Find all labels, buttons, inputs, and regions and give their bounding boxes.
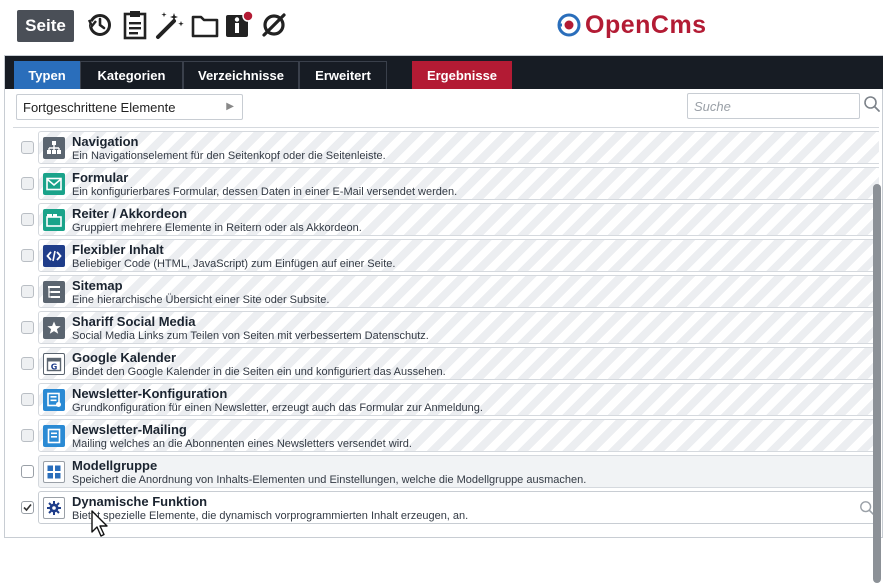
checkbox[interactable] [21, 465, 34, 478]
type-filter-value: Fortgeschrittene Elemente [23, 99, 176, 115]
checkbox[interactable] [21, 177, 34, 190]
item-title: Reiter / Akkordeon [72, 206, 188, 221]
clipboard-icon[interactable] [118, 8, 152, 42]
checkbox[interactable] [21, 321, 34, 334]
item-description: Ein konfigurierbares Formular, dessen Da… [72, 186, 458, 198]
checkbox[interactable] [21, 213, 34, 226]
item-title: Flexibler Inhalt [72, 242, 164, 257]
list-item[interactable]: Navigation Ein Navigationselement für de… [13, 130, 879, 164]
item-description: Bietet spezielle Elemente, die dynamisch… [72, 510, 469, 522]
mouse-cursor-icon [91, 510, 108, 537]
newsletter-config-icon [43, 389, 65, 411]
checkbox[interactable] [21, 501, 34, 514]
no-entry-icon[interactable] [257, 8, 291, 42]
list-item[interactable]: Dynamische Funktion Bietet spezielle Ele… [13, 490, 879, 524]
tab-verzeichnisse[interactable]: Verzeichnisse [183, 61, 299, 89]
newsletter-icon [43, 425, 65, 447]
tab-ergebnisse[interactable]: Ergebnisse [412, 61, 512, 89]
type-card[interactable]: Formular Ein konfigurierbares Formular, … [38, 167, 879, 200]
gear-icon [43, 497, 65, 519]
checkbox[interactable] [21, 429, 34, 442]
item-description: Bindet den Google Kalender in die Seiten… [72, 366, 446, 378]
item-description: Mailing welches an die Abonnenten eines … [72, 438, 412, 450]
search-placeholder: Suche [694, 98, 731, 114]
item-title: Newsletter-Mailing [72, 422, 187, 437]
search-icon[interactable] [863, 95, 881, 118]
checkbox[interactable] [21, 285, 34, 298]
folder-icon[interactable] [188, 8, 222, 42]
check-icon [23, 503, 32, 512]
type-card[interactable]: Newsletter-Mailing Mailing welches an di… [38, 419, 879, 452]
tab-kategorien[interactable]: Kategorien [80, 61, 183, 89]
type-card[interactable]: G Google Kalender Bindet den Google Kale… [38, 347, 879, 380]
history-icon[interactable] [83, 8, 117, 42]
checkbox[interactable] [21, 393, 34, 406]
item-title: Newsletter-Konfiguration [72, 386, 228, 401]
logo-text: OpenCms [585, 10, 707, 39]
checkbox[interactable] [21, 141, 34, 154]
type-filter-select[interactable]: Fortgeschrittene Elemente ▶ [16, 94, 243, 120]
type-card[interactable]: Newsletter-Konfiguration Grundkonfigurat… [38, 383, 879, 416]
add-content-dialog: Typen Kategorien Verzeichnisse Erweitert… [4, 55, 883, 583]
checkbox[interactable] [21, 357, 34, 370]
tab-typen[interactable]: Typen [14, 61, 80, 89]
sitemap-icon [43, 137, 65, 159]
list-scrollbar[interactable] [873, 184, 881, 583]
model-group-icon [43, 461, 65, 483]
list-item[interactable]: Modellgruppe Speichert die Anordnung von… [13, 454, 879, 488]
item-description: Beliebiger Code (HTML, JavaScript) zum E… [72, 258, 396, 270]
list-item[interactable]: Newsletter-Mailing Mailing welches an di… [13, 418, 879, 452]
item-title: Google Kalender [72, 350, 177, 365]
tab-erweitert[interactable]: Erweitert [299, 61, 387, 89]
item-title: Formular [72, 170, 129, 185]
type-card[interactable]: Dynamische Funktion Bietet spezielle Ele… [38, 491, 879, 524]
search-input[interactable]: Suche [687, 93, 860, 119]
type-list: Navigation Ein Navigationselement für de… [13, 127, 879, 533]
list-item[interactable]: Formular Ein konfigurierbares Formular, … [13, 166, 879, 200]
opencms-logo: OpenCms [557, 10, 707, 40]
item-description: Social Media Links zum Teilen von Seiten… [72, 330, 429, 342]
list-item[interactable]: Flexibler Inhalt Beliebiger Code (HTML, … [13, 238, 879, 272]
tabs-icon [43, 209, 65, 231]
type-card[interactable]: Shariff Social Media Social Media Links … [38, 311, 879, 344]
list-item[interactable]: G Google Kalender Bindet den Google Kale… [13, 346, 879, 380]
page-button[interactable]: Seite [17, 10, 74, 42]
envelope-icon [43, 173, 65, 195]
logo-mark-icon [557, 13, 581, 37]
type-card[interactable]: Reiter / Akkordeon Gruppiert mehrere Ele… [38, 203, 879, 236]
toolbar: Seite OpenCms [0, 0, 883, 50]
checkbox[interactable] [21, 249, 34, 262]
list-item[interactable]: Shariff Social Media Social Media Links … [13, 310, 879, 344]
calendar-icon: G [43, 353, 65, 375]
item-title: Shariff Social Media [72, 314, 196, 329]
item-description: Ein Navigationselement für den Seitenkop… [72, 150, 386, 162]
type-card[interactable]: Modellgruppe Speichert die Anordnung von… [38, 455, 879, 488]
item-description: Eine hierarchische Übersicht einer Site … [72, 294, 330, 306]
item-title: Modellgruppe [72, 458, 158, 473]
star-icon [43, 317, 65, 339]
item-description: Grundkonfiguration für einen Newsletter,… [72, 402, 483, 414]
info-icon[interactable] [222, 8, 256, 42]
chevron-right-icon: ▶ [226, 101, 234, 112]
tab-bar: Typen Kategorien Verzeichnisse Erweitert… [5, 56, 883, 89]
list-item[interactable]: Newsletter-Konfiguration Grundkonfigurat… [13, 382, 879, 416]
item-title: Dynamische Funktion [72, 494, 208, 509]
list-tree-icon [43, 281, 65, 303]
list-item[interactable]: Sitemap Eine hierarchische Übersicht ein… [13, 274, 879, 308]
item-description: Speichert die Anordnung von Inhalts-Elem… [72, 474, 587, 486]
item-title: Navigation [72, 134, 139, 149]
magic-wand-icon[interactable] [152, 8, 186, 42]
list-item[interactable]: Reiter / Akkordeon Gruppiert mehrere Ele… [13, 202, 879, 236]
type-card[interactable]: Sitemap Eine hierarchische Übersicht ein… [38, 275, 879, 308]
code-icon [43, 245, 65, 267]
type-card[interactable]: Flexibler Inhalt Beliebiger Code (HTML, … [38, 239, 879, 272]
item-description: Gruppiert mehrere Elemente in Reitern od… [72, 222, 362, 234]
svg-text:G: G [51, 362, 58, 371]
type-card[interactable]: Navigation Ein Navigationselement für de… [38, 131, 879, 164]
item-title: Sitemap [72, 278, 123, 293]
